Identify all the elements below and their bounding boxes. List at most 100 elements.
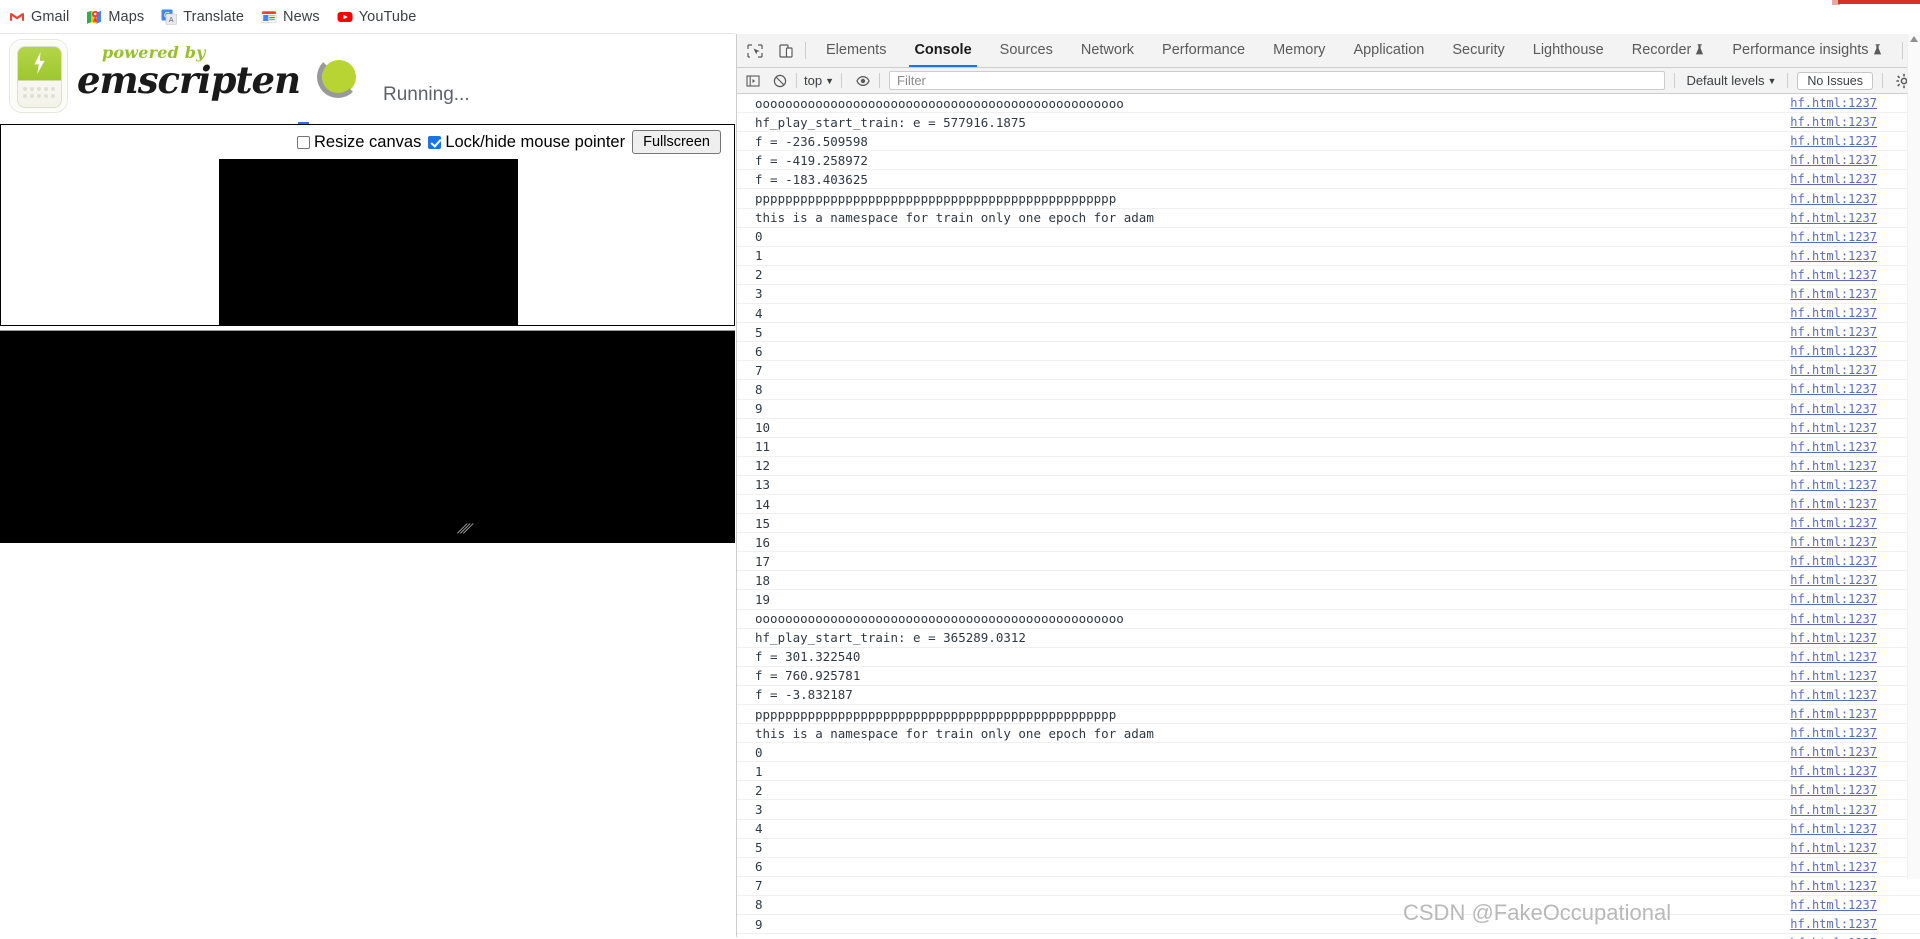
console-row[interactable]: 3 hf.html:1237	[737, 800, 1920, 820]
console-row[interactable]: 11 hf.html:1237	[737, 438, 1920, 457]
console-source-link[interactable]: hf.html:1237	[1790, 822, 1920, 836]
tab-memory[interactable]: Memory	[1259, 34, 1339, 67]
console-row[interactable]: f = 760.925781 hf.html:1237	[737, 667, 1920, 686]
console-source-link[interactable]: hf.html:1237	[1790, 612, 1920, 626]
console-source-link[interactable]: hf.html:1237	[1790, 402, 1920, 416]
tab-recorder[interactable]: Recorder	[1618, 34, 1719, 67]
console-row[interactable]: 1 hf.html:1237	[737, 247, 1920, 266]
console-row[interactable]: 6 hf.html:1237	[737, 858, 1920, 877]
console-row[interactable]: 7 hf.html:1237	[737, 877, 1920, 896]
console-source-link[interactable]: hf.html:1237	[1790, 96, 1920, 110]
console-row[interactable]: 19 hf.html:1237	[737, 590, 1920, 610]
console-source-link[interactable]: hf.html:1237	[1790, 803, 1920, 817]
console-source-link[interactable]: hf.html:1237	[1790, 363, 1920, 377]
console-source-link[interactable]: hf.html:1237	[1790, 440, 1920, 454]
console-source-link[interactable]: hf.html:1237	[1790, 860, 1920, 874]
console-source-link[interactable]: hf.html:1237	[1790, 879, 1920, 893]
tab-security[interactable]: Security	[1438, 34, 1518, 67]
console-row[interactable]: 7 hf.html:1237	[737, 361, 1920, 381]
bookmark-gmail[interactable]: Gmail	[9, 9, 69, 25]
console-message-list[interactable]: oooooooooooooooooooooooooooooooooooooooo…	[737, 94, 1920, 939]
console-source-link[interactable]: hf.html:1237	[1790, 535, 1920, 549]
console-row[interactable]: 8 hf.html:1237	[737, 896, 1920, 916]
console-row[interactable]: oooooooooooooooooooooooooooooooooooooooo…	[737, 94, 1920, 114]
console-row[interactable]: 16 hf.html:1237	[737, 533, 1920, 553]
console-row[interactable]: 0 hf.html:1237	[737, 743, 1920, 763]
console-row[interactable]: 9 hf.html:1237	[737, 400, 1920, 419]
live-expression-icon[interactable]	[852, 71, 874, 91]
console-row[interactable]: 8 hf.html:1237	[737, 380, 1920, 400]
console-row[interactable]: 4 hf.html:1237	[737, 820, 1920, 839]
emscripten-canvas-large[interactable]	[0, 330, 735, 543]
console-row[interactable]: f = 301.322540 hf.html:1237	[737, 648, 1920, 667]
inspect-element-icon[interactable]	[742, 39, 768, 63]
bookmark-maps[interactable]: Maps	[86, 9, 144, 25]
console-row[interactable]: this is a namespace for train only one e…	[737, 209, 1920, 228]
console-row[interactable]: oooooooooooooooooooooooooooooooooooooooo…	[737, 610, 1920, 629]
scrollbar-up-arrow-icon[interactable]	[1910, 36, 1918, 42]
tab-elements[interactable]: Elements	[812, 34, 900, 67]
console-row[interactable]: 1 hf.html:1237	[737, 762, 1920, 782]
console-source-link[interactable]: hf.html:1237	[1790, 115, 1920, 129]
console-row[interactable]: 15 hf.html:1237	[737, 514, 1920, 534]
canvas-resize-grip[interactable]	[455, 521, 474, 534]
console-row[interactable]: 9 hf.html:1237	[737, 915, 1920, 935]
console-row[interactable]: f = -236.509598 hf.html:1237	[737, 132, 1920, 152]
console-filter-input[interactable]: Filter	[889, 71, 1666, 90]
emscripten-canvas-small[interactable]	[219, 159, 518, 326]
console-source-link[interactable]: hf.html:1237	[1790, 650, 1920, 664]
console-source-link[interactable]: hf.html:1237	[1790, 230, 1920, 244]
console-source-link[interactable]: hf.html:1237	[1790, 631, 1920, 645]
tab-network[interactable]: Network	[1067, 34, 1148, 67]
console-row[interactable]: 14 hf.html:1237	[737, 495, 1920, 515]
console-source-link[interactable]: hf.html:1237	[1790, 344, 1920, 358]
console-source-link[interactable]: hf.html:1237	[1790, 287, 1920, 301]
resize-canvas-checkbox[interactable]	[297, 135, 311, 149]
console-row[interactable]: this is a namespace for train only one e…	[737, 724, 1920, 744]
tab-lighthouse[interactable]: Lighthouse	[1519, 34, 1618, 67]
console-row[interactable]: 2 hf.html:1237	[737, 781, 1920, 801]
console-row[interactable]: 18 hf.html:1237	[737, 571, 1920, 591]
console-row[interactable]: f = -419.258972 hf.html:1237	[737, 151, 1920, 171]
tab-performance-insights[interactable]: Performance insights	[1718, 34, 1895, 67]
console-row[interactable]: 0 hf.html:1237	[737, 228, 1920, 247]
console-row[interactable]: f = -183.403625 hf.html:1237	[737, 170, 1920, 190]
console-source-link[interactable]: hf.html:1237	[1790, 306, 1920, 320]
bookmark-news[interactable]: News	[261, 9, 320, 25]
console-row[interactable]: 3 hf.html:1237	[737, 285, 1920, 305]
console-row[interactable]: pppppppppppppppppppppppppppppppppppppppp…	[737, 189, 1920, 209]
bookmark-youtube[interactable]: YouTube	[337, 9, 417, 25]
console-source-link[interactable]: hf.html:1237	[1790, 325, 1920, 339]
console-row[interactable]: hf_play_start_train: e = 365289.0312 hf.h…	[737, 629, 1920, 648]
console-source-link[interactable]: hf.html:1237	[1790, 268, 1920, 282]
console-row[interactable]: pppppppppppppppppppppppppppppppppppppppp…	[737, 705, 1920, 725]
console-source-link[interactable]: hf.html:1237	[1790, 898, 1920, 912]
console-source-link[interactable]: hf.html:1237	[1790, 382, 1920, 396]
console-source-link[interactable]: hf.html:1237	[1790, 573, 1920, 587]
console-source-link[interactable]: hf.html:1237	[1790, 726, 1920, 740]
console-source-link[interactable]: hf.html:1237	[1790, 249, 1920, 263]
console-source-link[interactable]: hf.html:1237	[1790, 764, 1920, 778]
execution-context-select[interactable]: top ▼	[802, 73, 836, 88]
console-source-link[interactable]: hf.html:1237	[1790, 917, 1920, 931]
console-row[interactable]: 12 hf.html:1237	[737, 457, 1920, 476]
console-source-link[interactable]: hf.html:1237	[1790, 783, 1920, 797]
log-levels-select[interactable]: Default levels ▼	[1680, 73, 1782, 88]
console-source-link[interactable]: hf.html:1237	[1790, 153, 1920, 167]
console-row[interactable]: 5 hf.html:1237	[737, 323, 1920, 343]
console-sidebar-icon[interactable]	[742, 71, 764, 91]
console-source-link[interactable]: hf.html:1237	[1790, 688, 1920, 702]
console-source-link[interactable]: hf.html:1237	[1790, 554, 1920, 568]
lock-pointer-control[interactable]: Lock/hide mouse pointer	[428, 133, 625, 152]
console-row[interactable]: 17 hf.html:1237	[737, 552, 1920, 572]
tab-sources[interactable]: Sources	[986, 34, 1067, 67]
console-source-link[interactable]: hf.html:1237	[1790, 172, 1920, 186]
console-source-link[interactable]: hf.html:1237	[1790, 211, 1920, 225]
lock-pointer-checkbox[interactable]	[428, 135, 442, 149]
clear-console-icon[interactable]	[769, 71, 791, 91]
device-toolbar-icon[interactable]	[773, 39, 799, 63]
console-row[interactable]: 13 hf.html:1237	[737, 476, 1920, 495]
console-source-link[interactable]: hf.html:1237	[1790, 669, 1920, 683]
console-source-link[interactable]: hf.html:1237	[1790, 497, 1920, 511]
resize-canvas-control[interactable]: Resize canvas	[297, 133, 421, 152]
